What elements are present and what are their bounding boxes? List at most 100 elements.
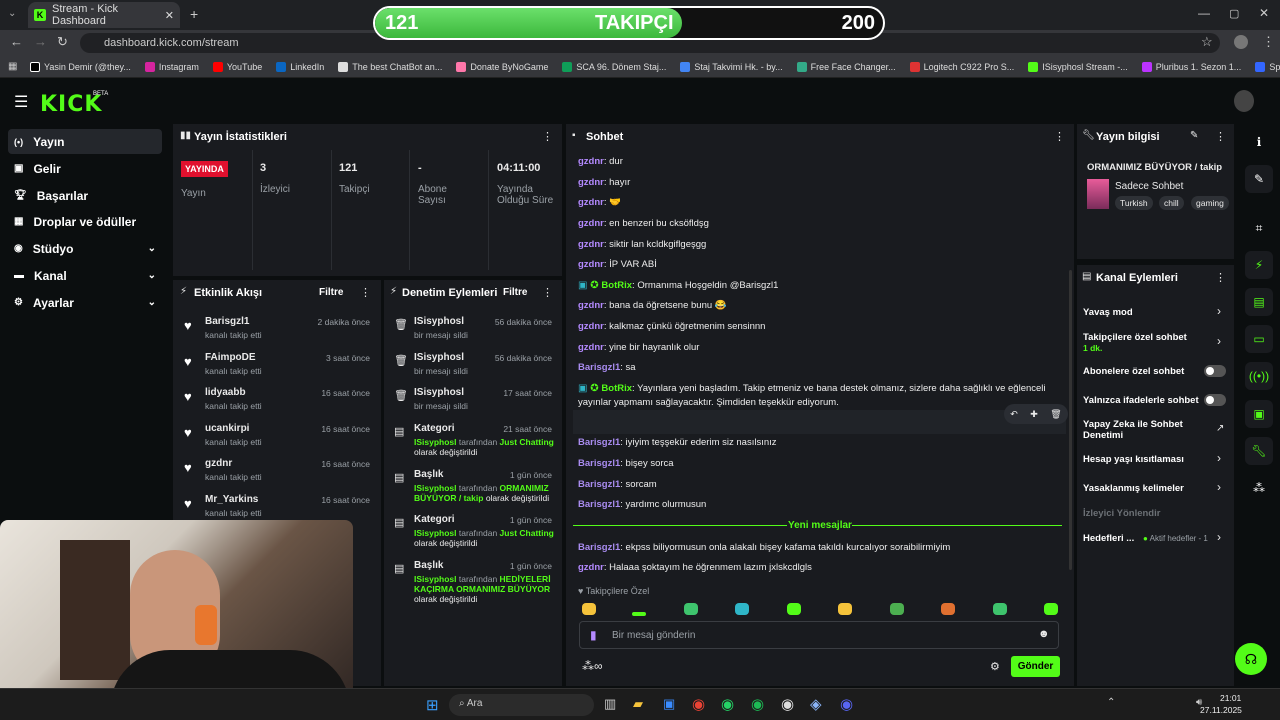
file-explorer-icon[interactable]: ▰ xyxy=(633,696,643,712)
bookmark-item[interactable]: YouTube xyxy=(212,61,262,72)
bookmark-item[interactable]: Instagram xyxy=(144,61,199,72)
whatsapp-icon[interactable]: ◉ xyxy=(721,695,734,713)
store-icon[interactable]: ▣ xyxy=(663,696,675,712)
chat-username[interactable]: BotRix xyxy=(601,383,632,394)
chevron-right-icon[interactable]: › xyxy=(1217,334,1221,348)
tag-pill[interactable]: Turkish xyxy=(1115,196,1153,210)
subs-chat-toggle[interactable] xyxy=(1204,365,1226,377)
emote-icon[interactable] xyxy=(735,603,749,615)
pin-icon[interactable]: ✚ xyxy=(1030,409,1038,420)
activity-user[interactable]: FAimpoDE xyxy=(205,352,256,363)
capture-icon[interactable]: ⌗ xyxy=(1245,214,1273,242)
back-icon[interactable]: ← xyxy=(10,34,23,49)
chevron-right-icon[interactable]: › xyxy=(1217,451,1221,465)
reload-icon[interactable]: ↻ xyxy=(57,34,68,50)
menu-dots-icon[interactable]: ⋮ xyxy=(1262,34,1275,50)
microphone-icon[interactable]: ▮ xyxy=(590,628,597,642)
followers-chat-row[interactable]: Takipçilere özel sohbet xyxy=(1083,332,1187,343)
chat-username[interactable]: gzdnr xyxy=(578,562,604,573)
bookmark-item[interactable]: Logitech C922 Pro S... xyxy=(909,61,1014,72)
external-link-icon[interactable]: ↗ xyxy=(1216,423,1224,434)
chat-username[interactable]: Barisgzl1 xyxy=(578,479,620,490)
forward-icon[interactable]: → xyxy=(34,34,47,49)
emote-icon[interactable] xyxy=(684,603,698,615)
wrench-rail-icon[interactable]: 🔧︎ xyxy=(1245,437,1273,465)
chrome-icon[interactable]: ◉ xyxy=(692,695,705,713)
windows-start-icon[interactable]: ⊞ xyxy=(426,696,439,714)
ai-moderation-row[interactable]: Yapay Zeka ile Sohbet Denetimi xyxy=(1083,419,1193,441)
delete-icon[interactable]: 🗑︎ xyxy=(1050,409,1061,420)
chat-username[interactable]: Barisgzl1 xyxy=(578,437,620,448)
app-icon[interactable]: ◈ xyxy=(810,695,822,713)
chat-rail-icon[interactable]: ▭ xyxy=(1245,325,1273,353)
hamburger-menu-icon[interactable]: ☰ xyxy=(14,92,28,112)
chat-scrollbar[interactable] xyxy=(1069,270,1072,570)
moderation-filter-button[interactable]: Filtre xyxy=(503,287,527,298)
activity-menu-icon[interactable]: ⋮ xyxy=(360,286,371,299)
reply-icon[interactable]: ↶ xyxy=(1010,409,1018,420)
discord-icon[interactable]: ◉ xyxy=(840,695,853,713)
nav-item-ayarlar[interactable]: ⚙ Ayarlar ⌄ xyxy=(8,290,162,315)
chevron-right-icon[interactable]: › xyxy=(1217,530,1221,544)
close-tab-icon[interactable]: ✕ xyxy=(165,9,174,22)
stream-info-menu-icon[interactable]: ⋮ xyxy=(1215,130,1226,143)
tag-pill[interactable]: gaming xyxy=(1191,196,1229,210)
nav-item-gelir[interactable]: ▣ Gelir xyxy=(8,156,162,181)
chat-username[interactable]: Barisgzl1 xyxy=(578,542,620,553)
nav-item-studyo[interactable]: ◉ Stüdyo ⌄ xyxy=(8,236,162,261)
apps-grid-icon[interactable]: ▦ xyxy=(8,61,17,72)
chat-username[interactable]: Barisgzl1 xyxy=(578,362,620,373)
profile-avatar[interactable] xyxy=(1234,35,1248,49)
panel-rail-icon[interactable]: ▣ xyxy=(1245,400,1273,428)
goals-row[interactable]: Hedefleri ... xyxy=(1083,533,1134,544)
taskbar-search[interactable]: ⌕ Ara xyxy=(449,694,594,716)
help-support-icon[interactable]: ☊ xyxy=(1235,643,1267,675)
browser-tab[interactable]: K Stream - Kick Dashboard ✕ xyxy=(28,2,180,28)
tab-list-icon[interactable]: ⌄ xyxy=(8,8,16,19)
channel-actions-menu-icon[interactable]: ⋮ xyxy=(1215,271,1226,284)
new-tab-icon[interactable]: + xyxy=(190,6,198,22)
chevron-right-icon[interactable]: › xyxy=(1217,480,1221,494)
chat-settings-icon[interactable]: ⚙ xyxy=(990,660,1000,673)
emote-icon[interactable] xyxy=(993,603,1007,615)
chat-username[interactable]: gzdnr xyxy=(578,342,604,353)
chat-username[interactable]: BotRix xyxy=(601,280,632,291)
emote-icon[interactable] xyxy=(582,603,596,615)
info-icon[interactable]: ℹ xyxy=(1245,128,1273,156)
points-icon[interactable]: ⁂∞ xyxy=(582,659,603,673)
bookmark-item[interactable]: Free Face Changer... xyxy=(796,61,896,72)
chat-username[interactable]: Barisgzl1 xyxy=(578,499,620,510)
emote-icon[interactable] xyxy=(632,612,646,616)
slow-mode-row[interactable]: Yavaş mod xyxy=(1083,307,1133,318)
bookmark-item[interactable]: Donate ByNoGame xyxy=(456,61,548,72)
bookmark-star-icon[interactable]: ☆ xyxy=(1201,34,1213,50)
chat-username[interactable]: gzdnr xyxy=(578,321,604,332)
activity-user[interactable]: lidyaabb xyxy=(205,387,246,398)
chat-username[interactable]: gzdnr xyxy=(578,197,604,208)
chat-input-box[interactable]: ▮ Bir mesaj gönderin ☻ xyxy=(579,621,1059,649)
bookmark-item[interactable]: LinkedIn xyxy=(276,61,324,72)
chat-username[interactable]: gzdnr xyxy=(578,239,604,250)
nav-item-yayin[interactable]: (•) Yayın xyxy=(8,129,162,154)
nav-item-kanal[interactable]: ▬ Kanal ⌄ xyxy=(8,263,162,288)
spotify-icon[interactable]: ◉ xyxy=(751,695,764,713)
document-rail-icon[interactable]: ▤ xyxy=(1245,288,1273,316)
chat-username[interactable]: gzdnr xyxy=(578,300,604,311)
chat-input[interactable]: Bir mesaj gönderin xyxy=(612,630,695,641)
activity-user[interactable]: gzdnr xyxy=(205,458,232,469)
activity-user[interactable]: Barisgzl1 xyxy=(205,316,249,327)
send-button[interactable]: Gönder xyxy=(1011,656,1060,677)
nav-item-droplar[interactable]: ▦ Droplar ve ödüller xyxy=(8,209,162,234)
chat-username[interactable]: gzdnr xyxy=(578,177,604,188)
broadcast-rail-icon[interactable]: ((•)) xyxy=(1245,362,1273,390)
bookmark-item[interactable]: ISisyphosl Stream -... xyxy=(1028,61,1128,72)
minimize-icon[interactable]: — xyxy=(1198,6,1210,20)
activity-user[interactable]: ucankirpi xyxy=(205,423,249,434)
chevron-right-icon[interactable]: › xyxy=(1217,304,1221,318)
emote-icon[interactable] xyxy=(941,603,955,615)
emote-icon[interactable] xyxy=(1044,603,1058,615)
obs-icon[interactable]: ◉ xyxy=(781,695,794,713)
close-window-icon[interactable]: ✕ xyxy=(1259,6,1269,20)
bookmark-item[interactable]: Staj Takvimi Hk. - by... xyxy=(680,61,783,72)
chat-username[interactable]: gzdnr xyxy=(578,259,604,270)
